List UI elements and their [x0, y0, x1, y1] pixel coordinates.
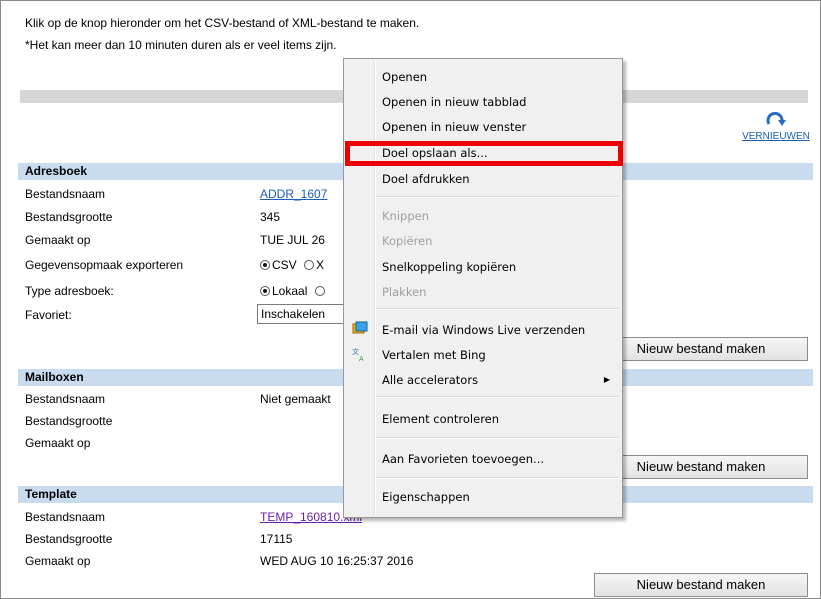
- addressbook-size-value: 345: [260, 210, 281, 224]
- template-size-value: 17115: [260, 532, 293, 546]
- export-format-options: CSV X: [260, 258, 324, 272]
- mailboxes-filename-label: Bestandsnaam: [25, 392, 106, 406]
- menu-separator: [376, 308, 619, 310]
- mailboxes-size-label: Bestandsgrootte: [25, 414, 113, 428]
- highlight-box: [345, 141, 623, 166]
- menu-item-all-accelerators[interactable]: Alle accelerators: [382, 373, 478, 387]
- addressbook-new-file-button[interactable]: Nieuw bestand maken: [594, 337, 808, 361]
- menu-separator: [376, 196, 619, 198]
- svg-text:文: 文: [352, 347, 359, 356]
- menu-item-copy-shortcut[interactable]: Snelkoppeling kopiëren: [382, 260, 516, 274]
- menu-item-properties[interactable]: Eigenschappen: [382, 490, 470, 504]
- menu-item-open-window[interactable]: Openen in nieuw venster: [382, 120, 526, 134]
- template-new-file-button[interactable]: Nieuw bestand maken: [594, 573, 808, 597]
- export-format-label: Gegevensopmaak exporteren: [25, 258, 184, 272]
- csv-radio[interactable]: [260, 260, 270, 270]
- submenu-arrow-icon: ▶: [603, 375, 610, 384]
- mailboxes-filename-value: Niet gemaakt: [260, 392, 331, 406]
- menu-item-cut: Knippen: [382, 209, 429, 223]
- intro-note: *Het kan meer dan 10 minuten duren als e…: [25, 38, 337, 52]
- windows-live-mail-icon: [352, 321, 368, 334]
- context-menu: Openen Openen in nieuw tabblad Openen in…: [343, 58, 623, 518]
- menu-separator: [376, 437, 619, 439]
- addressbook-filename-link[interactable]: ADDR_1607: [260, 187, 327, 201]
- favorite-label: Favoriet:: [25, 308, 72, 322]
- menu-separator: [376, 396, 619, 398]
- menu-item-paste: Plakken: [382, 285, 427, 299]
- menu-item-inspect-element[interactable]: Element controleren: [382, 412, 499, 426]
- xml-radio[interactable]: [304, 260, 315, 270]
- menu-separator: [376, 477, 619, 479]
- local-radio[interactable]: [260, 286, 270, 296]
- template-created-value: WED AUG 10 16:25:37 2016: [260, 554, 414, 568]
- addressbook-created-label: Gemaakt op: [25, 233, 91, 247]
- menu-item-email-windows-live[interactable]: E-mail via Windows Live verzenden: [382, 323, 585, 337]
- refresh-link[interactable]: VERNIEUWEN: [738, 131, 814, 142]
- menu-item-open-tab[interactable]: Openen in nieuw tabblad: [382, 95, 526, 109]
- menu-item-translate-bing[interactable]: Vertalen met Bing: [382, 348, 486, 362]
- addressbook-filename-label: Bestandsnaam: [25, 187, 106, 201]
- csv-radio-label: CSV: [272, 258, 297, 272]
- menu-item-copy: Kopiëren: [382, 234, 433, 248]
- addressbook-created-value: TUE JUL 26: [260, 233, 325, 247]
- menu-item-print-target[interactable]: Doel afdrukken: [382, 172, 470, 186]
- mailboxes-new-file-button[interactable]: Nieuw bestand maken: [594, 455, 808, 479]
- shared-radio[interactable]: [314, 286, 325, 296]
- bing-translate-icon: 文 A: [352, 347, 364, 362]
- menu-item-add-to-favorites[interactable]: Aan Favorieten toevoegen...: [382, 452, 544, 466]
- xml-radio-label: X: [316, 258, 325, 272]
- local-radio-label: Lokaal: [272, 284, 308, 298]
- template-filename-label: Bestandsnaam: [25, 510, 106, 524]
- svg-text:A: A: [359, 355, 364, 362]
- mailboxes-created-label: Gemaakt op: [25, 436, 91, 450]
- template-created-label: Gemaakt op: [25, 554, 91, 568]
- template-size-label: Bestandsgrootte: [25, 532, 113, 546]
- refresh-button[interactable]: VERNIEUWEN: [738, 111, 814, 142]
- addressbook-type-label: Type adresboek:: [25, 284, 114, 298]
- addressbook-type-options: Lokaal: [260, 284, 327, 298]
- menu-item-open[interactable]: Openen: [382, 70, 427, 84]
- context-menu-gutter: [374, 61, 376, 515]
- favorite-select[interactable]: Inschakelen: [257, 304, 347, 324]
- addressbook-size-label: Bestandsgrootte: [25, 210, 113, 224]
- refresh-icon: [766, 111, 786, 126]
- intro-text: Klik op de knop hieronder om het CSV-bes…: [25, 16, 420, 30]
